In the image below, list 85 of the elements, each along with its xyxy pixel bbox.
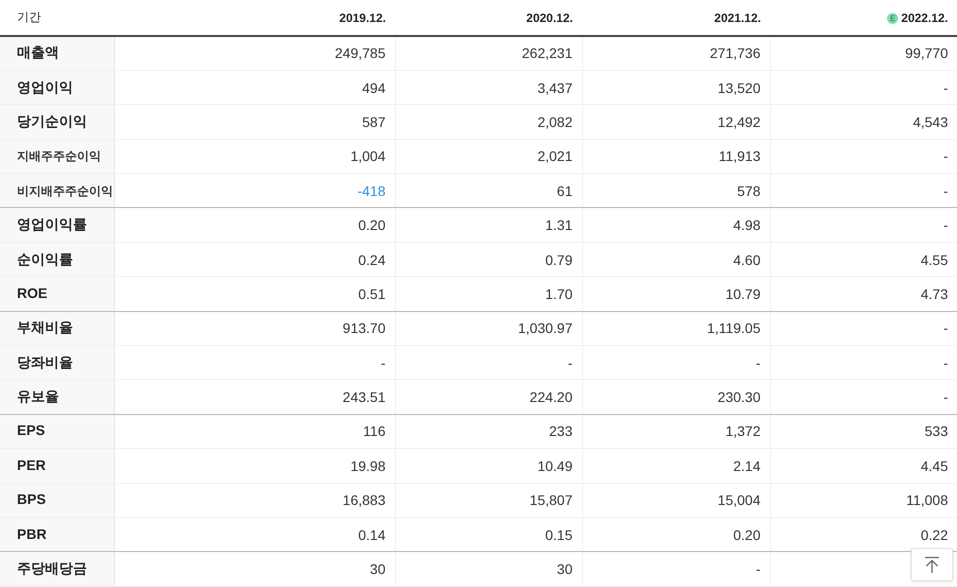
estimate-badge: E bbox=[887, 12, 898, 24]
table-cell: - bbox=[380, 354, 386, 371]
table-cell: 0.15 bbox=[545, 526, 572, 543]
table-cell: 2,021 bbox=[537, 148, 572, 164]
table-cell: - bbox=[756, 561, 760, 578]
table-cell: 4.45 bbox=[920, 458, 948, 474]
row-label: 지배주주순이익 bbox=[17, 149, 101, 164]
table-cell: 15,004 bbox=[718, 492, 760, 508]
table-cell: 587 bbox=[362, 114, 386, 130]
row-label: PER bbox=[17, 456, 46, 473]
table-cell: -418 bbox=[357, 182, 386, 199]
table-cell: 30 bbox=[370, 561, 386, 578]
row-label: 비지배주주순이익 bbox=[17, 184, 113, 198]
table-cell: 230.30 bbox=[718, 389, 760, 406]
row-label: 영업이익 bbox=[17, 78, 73, 95]
table-cell: - bbox=[943, 320, 948, 336]
table-cell: 1.31 bbox=[545, 217, 572, 234]
row-label: PBR bbox=[17, 526, 47, 542]
row-label: EPS bbox=[17, 422, 46, 438]
row-label: 영업이익률 bbox=[17, 216, 87, 232]
table-cell: - bbox=[943, 80, 948, 96]
table-cell: 0.24 bbox=[358, 252, 386, 268]
table-cell: 19.98 bbox=[350, 458, 386, 474]
table-cell: 16,883 bbox=[342, 492, 386, 508]
table-cell: 243.51 bbox=[342, 389, 386, 406]
table-cell: 4.98 bbox=[733, 217, 760, 234]
table-cell: 0.51 bbox=[358, 286, 386, 302]
column-header: 2019.12. bbox=[339, 10, 386, 24]
table-cell: 271,736 bbox=[710, 45, 760, 62]
table-cell: 578 bbox=[737, 182, 760, 199]
row-label: 주당배당금 bbox=[17, 560, 87, 576]
table-cell: - bbox=[943, 217, 948, 234]
row-label: 당좌비율 bbox=[17, 354, 73, 370]
table-cell: 4.73 bbox=[920, 286, 948, 302]
table-cell: 233 bbox=[549, 423, 572, 440]
table-cell: 1,030.97 bbox=[518, 320, 572, 336]
table-cell: 4.55 bbox=[920, 252, 948, 268]
table-cell: - bbox=[943, 182, 948, 199]
table-cell: 12,492 bbox=[718, 114, 760, 130]
table-cell: 533 bbox=[924, 423, 948, 440]
row-label: 순이익률 bbox=[17, 250, 73, 267]
column-header: 2021.12. bbox=[714, 10, 761, 24]
row-label: 당기순이익 bbox=[17, 112, 87, 129]
table-cell: 913.70 bbox=[342, 320, 386, 336]
table-cell: - bbox=[568, 354, 572, 371]
table-cell: - bbox=[756, 354, 760, 371]
table-cell: 2,082 bbox=[537, 114, 572, 130]
table-cell: 15,807 bbox=[530, 492, 572, 508]
table-cell: 0.14 bbox=[358, 526, 386, 543]
table-cell: - bbox=[943, 354, 948, 371]
table-cell: 3,437 bbox=[537, 80, 572, 96]
column-header: 2020.12. bbox=[526, 10, 573, 24]
column-header: 2022.12. bbox=[901, 10, 948, 24]
column-header: 기간 bbox=[17, 10, 41, 24]
table-cell: 2.14 bbox=[733, 458, 760, 474]
table-cell: 30 bbox=[556, 561, 572, 578]
table-cell: 249,785 bbox=[334, 45, 386, 62]
table-cell: 0.20 bbox=[733, 526, 760, 543]
table-cell: 11,913 bbox=[718, 148, 760, 164]
row-label: 부채비율 bbox=[17, 319, 73, 336]
table-cell: 1.70 bbox=[545, 286, 572, 302]
row-label: ROE bbox=[17, 284, 48, 301]
table-cell: 0.22 bbox=[920, 526, 948, 543]
table-cell: 4.60 bbox=[733, 252, 760, 268]
table-cell: 10.49 bbox=[537, 458, 572, 474]
table-cell: 99,770 bbox=[905, 45, 948, 62]
table-cell: 494 bbox=[362, 80, 386, 96]
table-cell: 1,372 bbox=[725, 423, 760, 440]
table-cell: 13,520 bbox=[718, 80, 760, 96]
table-cell: 0.79 bbox=[545, 252, 572, 268]
table-cell: 11,008 bbox=[906, 492, 948, 508]
table-cell: - bbox=[943, 389, 948, 406]
row-label: 유보율 bbox=[17, 388, 59, 404]
table-cell: 4,543 bbox=[912, 114, 948, 130]
table-cell: 224.20 bbox=[530, 389, 572, 406]
table-cell: 10.79 bbox=[725, 286, 760, 302]
table-cell: 116 bbox=[363, 423, 386, 440]
table-cell: 1,119.05 bbox=[707, 320, 760, 336]
table-cell: - bbox=[943, 148, 948, 164]
row-label: BPS bbox=[17, 491, 46, 508]
table-cell: 0.20 bbox=[358, 217, 386, 234]
table-cell: 61 bbox=[556, 182, 572, 199]
row-label: 매출액 bbox=[17, 44, 59, 60]
table-cell: 1,004 bbox=[350, 148, 386, 164]
table-cell: 262,231 bbox=[522, 45, 572, 62]
